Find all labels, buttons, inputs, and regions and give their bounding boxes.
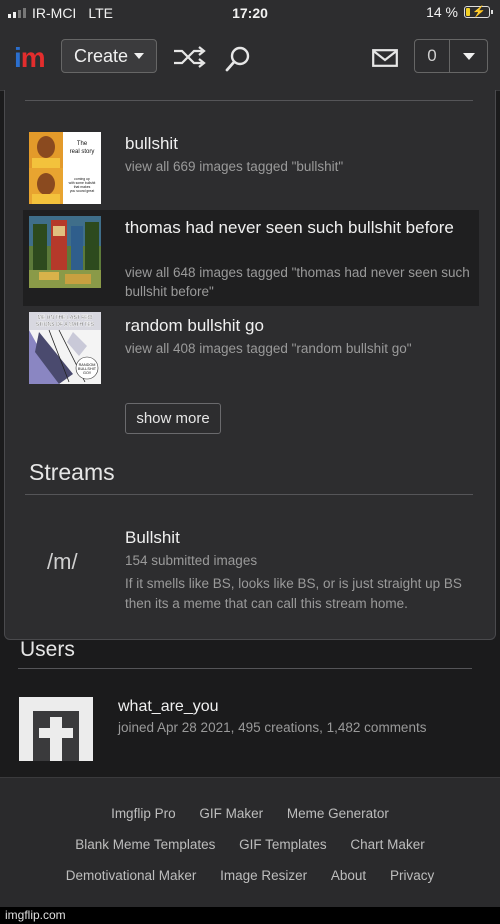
divider: [18, 668, 472, 669]
user-name[interactable]: what_are_you: [118, 698, 219, 716]
svg-text:real story: real story: [70, 149, 95, 155]
search-icon[interactable]: [224, 45, 252, 73]
caret-down-icon: [134, 53, 145, 59]
footer-link[interactable]: GIF Maker: [199, 806, 263, 821]
stream-count: 154 submitted images: [125, 553, 258, 568]
tag-title[interactable]: bullshit: [125, 132, 178, 155]
svg-text:The: The: [77, 141, 88, 147]
svg-text:ME ON THE LAST FEW: ME ON THE LAST FEW: [38, 315, 93, 321]
tag-title[interactable]: random bullshit go: [125, 314, 264, 337]
watermark-text: imgflip.com: [5, 908, 66, 922]
tag-thumbnail[interactable]: The real story coming up with some bulls…: [29, 132, 101, 204]
svg-text:GO!!: GO!!: [83, 371, 91, 375]
chevron-down-icon[interactable]: [450, 40, 487, 72]
footer-row: Demotivational Maker Image Resizer About…: [0, 868, 500, 883]
footer-row: Blank Meme Templates GIF Templates Chart…: [0, 837, 500, 852]
divider: [25, 494, 473, 495]
footer-link[interactable]: Imgflip Pro: [111, 806, 176, 821]
footer: Imgflip Pro GIF Maker Meme Generator Bla…: [0, 777, 500, 908]
users-heading: Users: [20, 638, 75, 661]
footer-link[interactable]: About: [331, 868, 366, 883]
footer-row: Imgflip Pro GIF Maker Meme Generator: [0, 806, 500, 821]
search-results-panel: The real story coming up with some bulls…: [4, 90, 496, 640]
stream-description: If it smells like BS, looks like BS, or …: [125, 576, 462, 611]
footer-link[interactable]: Chart Maker: [350, 837, 424, 852]
streams-heading: Streams: [29, 459, 115, 485]
divider: [25, 100, 473, 101]
show-more-button[interactable]: show more: [125, 403, 221, 434]
shuffle-icon[interactable]: [172, 46, 206, 68]
mail-icon[interactable]: [372, 49, 398, 67]
user-info: joined Apr 28 2021, 495 creations, 1,482…: [118, 720, 427, 735]
footer-link[interactable]: Privacy: [390, 868, 434, 883]
battery-icon: ⚡: [464, 6, 493, 18]
footer-link[interactable]: GIF Templates: [239, 837, 327, 852]
tag-subtitle[interactable]: view all 648 images tagged "thomas had n…: [125, 263, 470, 301]
avatar[interactable]: [19, 697, 93, 761]
imgflip-logo[interactable]: im: [14, 44, 46, 72]
footer-link[interactable]: Blank Meme Templates: [75, 837, 215, 852]
status-bar: IR-MCI LTE 17:20 14 % ⚡: [0, 0, 500, 26]
stream-title[interactable]: Bullshit: [125, 528, 180, 548]
svg-text:you sound great: you sound great: [70, 189, 94, 193]
tag-thumbnail[interactable]: [29, 216, 101, 288]
footer-link[interactable]: Demotivational Maker: [66, 868, 197, 883]
create-label: Create: [73, 45, 129, 66]
top-nav: im Create 0: [0, 26, 500, 91]
stream-icon[interactable]: /m/: [47, 549, 78, 575]
footer-link[interactable]: Image Resizer: [220, 868, 307, 883]
tag-subtitle[interactable]: view all 408 images tagged "random bulls…: [125, 339, 412, 358]
tag-result[interactable]: ME ON THE LAST FEW STIONS OF A MATH TES …: [23, 310, 479, 394]
notifications-dropdown[interactable]: 0: [414, 39, 488, 73]
create-button[interactable]: Create: [61, 39, 157, 73]
tag-result[interactable]: thomas had never seen such bullshit befo…: [23, 210, 479, 306]
battery-percent: 14 %: [426, 4, 458, 20]
svg-text:STIONS OF A MATH TES: STIONS OF A MATH TES: [36, 322, 95, 328]
tag-thumbnail[interactable]: ME ON THE LAST FEW STIONS OF A MATH TES …: [29, 312, 101, 384]
watermark-bar: imgflip.com: [0, 907, 500, 924]
clock: 17:20: [232, 5, 268, 21]
tag-title[interactable]: thomas had never seen such bullshit befo…: [125, 216, 465, 239]
tag-subtitle[interactable]: view all 669 images tagged "bullshit": [125, 157, 343, 176]
tag-result[interactable]: The real story coming up with some bulls…: [23, 120, 479, 204]
notifications-count: 0: [415, 40, 450, 72]
footer-link[interactable]: Meme Generator: [287, 806, 389, 821]
